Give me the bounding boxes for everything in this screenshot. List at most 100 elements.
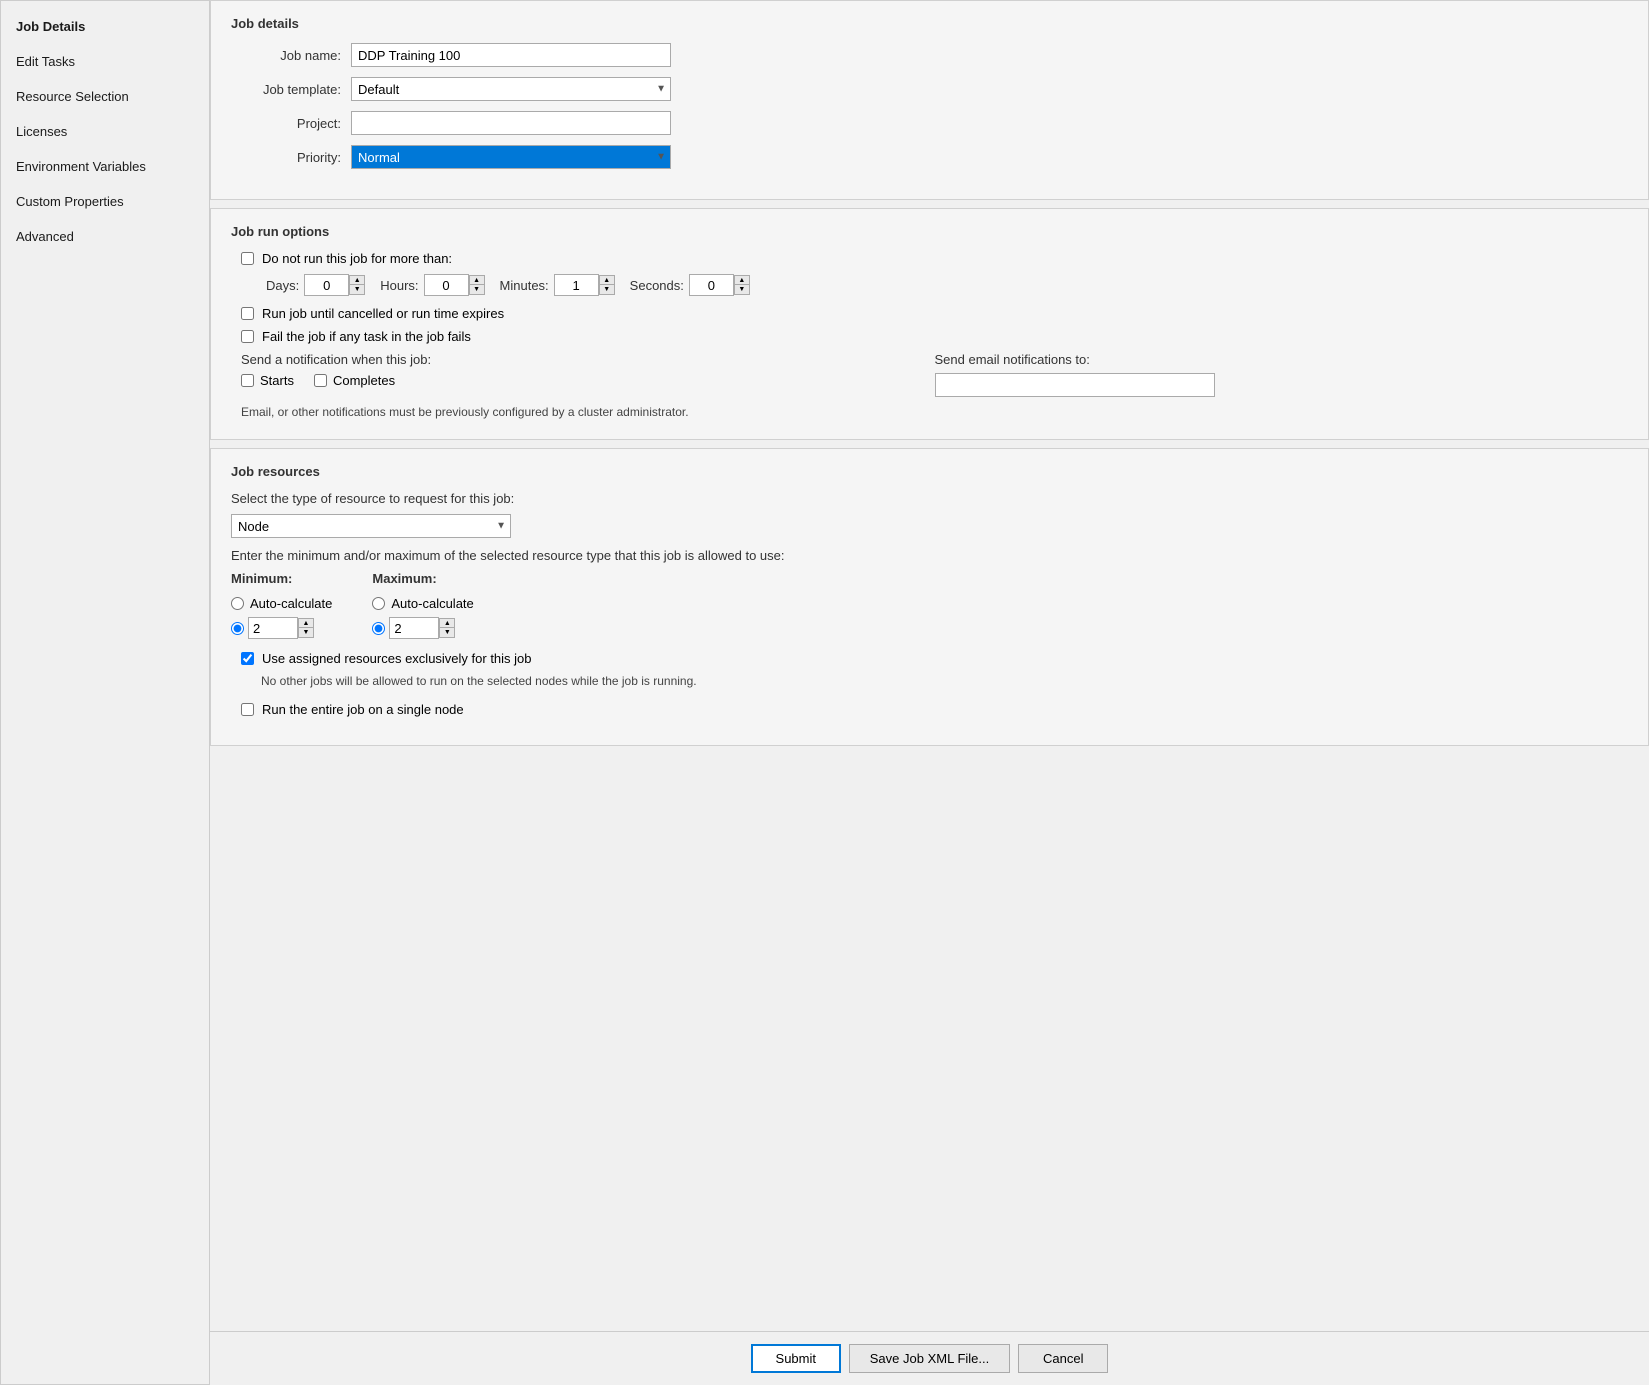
hours-field: ▲ ▼ bbox=[424, 274, 485, 296]
project-label: Project: bbox=[231, 116, 351, 131]
starts-check: Starts bbox=[241, 373, 294, 388]
days-field: ▲ ▼ bbox=[304, 274, 365, 296]
resource-type-select[interactable]: Node Core GPU bbox=[231, 514, 511, 538]
job-template-row: Job template: Default bbox=[231, 77, 1628, 101]
maximum-label: Maximum: bbox=[372, 571, 473, 586]
max-auto-calc-row: Auto-calculate bbox=[372, 596, 473, 611]
maximum-section: Maximum: Auto-calculate ▲ ▼ bbox=[372, 571, 473, 639]
save-xml-button[interactable]: Save Job XML File... bbox=[849, 1344, 1010, 1373]
days-input[interactable] bbox=[304, 274, 349, 296]
max-auto-calc-label: Auto-calculate bbox=[391, 596, 473, 611]
sidebar-item-environment-variables[interactable]: Environment Variables bbox=[1, 149, 209, 184]
min-auto-calc-radio[interactable] bbox=[231, 597, 244, 610]
minutes-field: ▲ ▼ bbox=[554, 274, 615, 296]
days-up[interactable]: ▲ bbox=[349, 275, 365, 285]
submit-button[interactable]: Submit bbox=[751, 1344, 841, 1373]
cancel-button[interactable]: Cancel bbox=[1018, 1344, 1108, 1373]
seconds-up[interactable]: ▲ bbox=[734, 275, 750, 285]
bottom-bar: Submit Save Job XML File... Cancel bbox=[210, 1331, 1649, 1385]
time-row: Days: ▲ ▼ Hours: ▲ ▼ bbox=[231, 274, 1628, 296]
sidebar-item-resource-selection[interactable]: Resource Selection bbox=[1, 79, 209, 114]
days-down[interactable]: ▼ bbox=[349, 285, 365, 295]
max-value-radio[interactable] bbox=[372, 622, 385, 635]
email-input[interactable] bbox=[935, 373, 1215, 397]
run-until-cancelled-label: Run job until cancelled or run time expi… bbox=[262, 306, 504, 321]
run-until-cancelled-row: Run job until cancelled or run time expi… bbox=[231, 306, 1628, 321]
priority-select[interactable]: Normal Low High bbox=[351, 145, 671, 169]
max-up[interactable]: ▲ bbox=[439, 618, 455, 628]
max-value-row: ▲ ▼ bbox=[372, 617, 473, 639]
min-spinner-row: ▲ ▼ bbox=[248, 617, 314, 639]
do-not-run-checkbox[interactable] bbox=[241, 252, 254, 265]
min-value-radio[interactable] bbox=[231, 622, 244, 635]
notification-right: Send email notifications to: bbox=[935, 352, 1629, 397]
select-type-label: Select the type of resource to request f… bbox=[231, 491, 1628, 506]
min-max-desc: Enter the minimum and/or maximum of the … bbox=[231, 548, 1628, 563]
job-template-select[interactable]: Default bbox=[351, 77, 671, 101]
do-not-run-row: Do not run this job for more than: bbox=[231, 251, 1628, 266]
minutes-down[interactable]: ▼ bbox=[599, 285, 615, 295]
notification-left: Send a notification when this job: Start… bbox=[241, 352, 935, 388]
fail-job-checkbox[interactable] bbox=[241, 330, 254, 343]
job-details-title: Job details bbox=[231, 16, 1628, 31]
minimum-section: Minimum: Auto-calculate ▲ ▼ bbox=[231, 571, 332, 639]
starts-label: Starts bbox=[260, 373, 294, 388]
notif-checks: Starts Completes bbox=[241, 373, 935, 388]
do-not-run-label: Do not run this job for more than: bbox=[262, 251, 452, 266]
sidebar-item-edit-tasks[interactable]: Edit Tasks bbox=[1, 44, 209, 79]
job-name-input[interactable] bbox=[351, 43, 671, 67]
content-area: Job details Job name: Job template: Defa… bbox=[210, 0, 1649, 1385]
days-label: Days: bbox=[266, 278, 299, 293]
min-spinner: ▲ ▼ bbox=[298, 618, 314, 638]
notification-label: Send a notification when this job: bbox=[241, 352, 935, 367]
seconds-field: ▲ ▼ bbox=[689, 274, 750, 296]
job-resources-title: Job resources bbox=[231, 464, 1628, 479]
job-run-options-section: Job run options Do not run this job for … bbox=[210, 208, 1649, 440]
starts-checkbox[interactable] bbox=[241, 374, 254, 387]
days-spinner: ▲ ▼ bbox=[349, 275, 365, 295]
notification-row: Send a notification when this job: Start… bbox=[231, 352, 1628, 397]
minutes-spinner: ▲ ▼ bbox=[599, 275, 615, 295]
minutes-up[interactable]: ▲ bbox=[599, 275, 615, 285]
run-until-cancelled-checkbox[interactable] bbox=[241, 307, 254, 320]
minutes-input[interactable] bbox=[554, 274, 599, 296]
hours-down[interactable]: ▼ bbox=[469, 285, 485, 295]
exclusive-checkbox[interactable] bbox=[241, 652, 254, 665]
max-auto-calc-radio[interactable] bbox=[372, 597, 385, 610]
max-spinner: ▲ ▼ bbox=[439, 618, 455, 638]
job-name-row: Job name: bbox=[231, 43, 1628, 67]
job-details-section: Job details Job name: Job template: Defa… bbox=[210, 0, 1649, 200]
single-node-label: Run the entire job on a single node bbox=[262, 702, 464, 717]
seconds-input[interactable] bbox=[689, 274, 734, 296]
exclusive-label: Use assigned resources exclusively for t… bbox=[262, 651, 532, 666]
min-value-input[interactable] bbox=[248, 617, 298, 639]
min-down[interactable]: ▼ bbox=[298, 628, 314, 638]
completes-checkbox[interactable] bbox=[314, 374, 327, 387]
priority-row: Priority: Normal Low High bbox=[231, 145, 1628, 169]
max-value-input[interactable] bbox=[389, 617, 439, 639]
email-notifications-label: Send email notifications to: bbox=[935, 352, 1629, 367]
sidebar-item-job-details[interactable]: Job Details bbox=[1, 9, 209, 44]
hours-label: Hours: bbox=[380, 278, 418, 293]
project-input[interactable] bbox=[351, 111, 671, 135]
minimum-label: Minimum: bbox=[231, 571, 332, 586]
min-value-row: ▲ ▼ bbox=[231, 617, 332, 639]
sidebar-item-advanced[interactable]: Advanced bbox=[1, 219, 209, 254]
sidebar-item-licenses[interactable]: Licenses bbox=[1, 114, 209, 149]
hours-spinner: ▲ ▼ bbox=[469, 275, 485, 295]
max-spinner-row: ▲ ▼ bbox=[389, 617, 455, 639]
min-up[interactable]: ▲ bbox=[298, 618, 314, 628]
seconds-down[interactable]: ▼ bbox=[734, 285, 750, 295]
min-auto-calc-label: Auto-calculate bbox=[250, 596, 332, 611]
max-down[interactable]: ▼ bbox=[439, 628, 455, 638]
sidebar-item-custom-properties[interactable]: Custom Properties bbox=[1, 184, 209, 219]
sidebar: Job Details Edit Tasks Resource Selectio… bbox=[0, 0, 210, 1385]
single-node-row: Run the entire job on a single node bbox=[231, 702, 1628, 717]
hours-up[interactable]: ▲ bbox=[469, 275, 485, 285]
completes-check: Completes bbox=[314, 373, 395, 388]
hours-input[interactable] bbox=[424, 274, 469, 296]
single-node-checkbox[interactable] bbox=[241, 703, 254, 716]
completes-label: Completes bbox=[333, 373, 395, 388]
exclusive-row: Use assigned resources exclusively for t… bbox=[231, 651, 1628, 666]
job-resources-section: Job resources Select the type of resourc… bbox=[210, 448, 1649, 746]
